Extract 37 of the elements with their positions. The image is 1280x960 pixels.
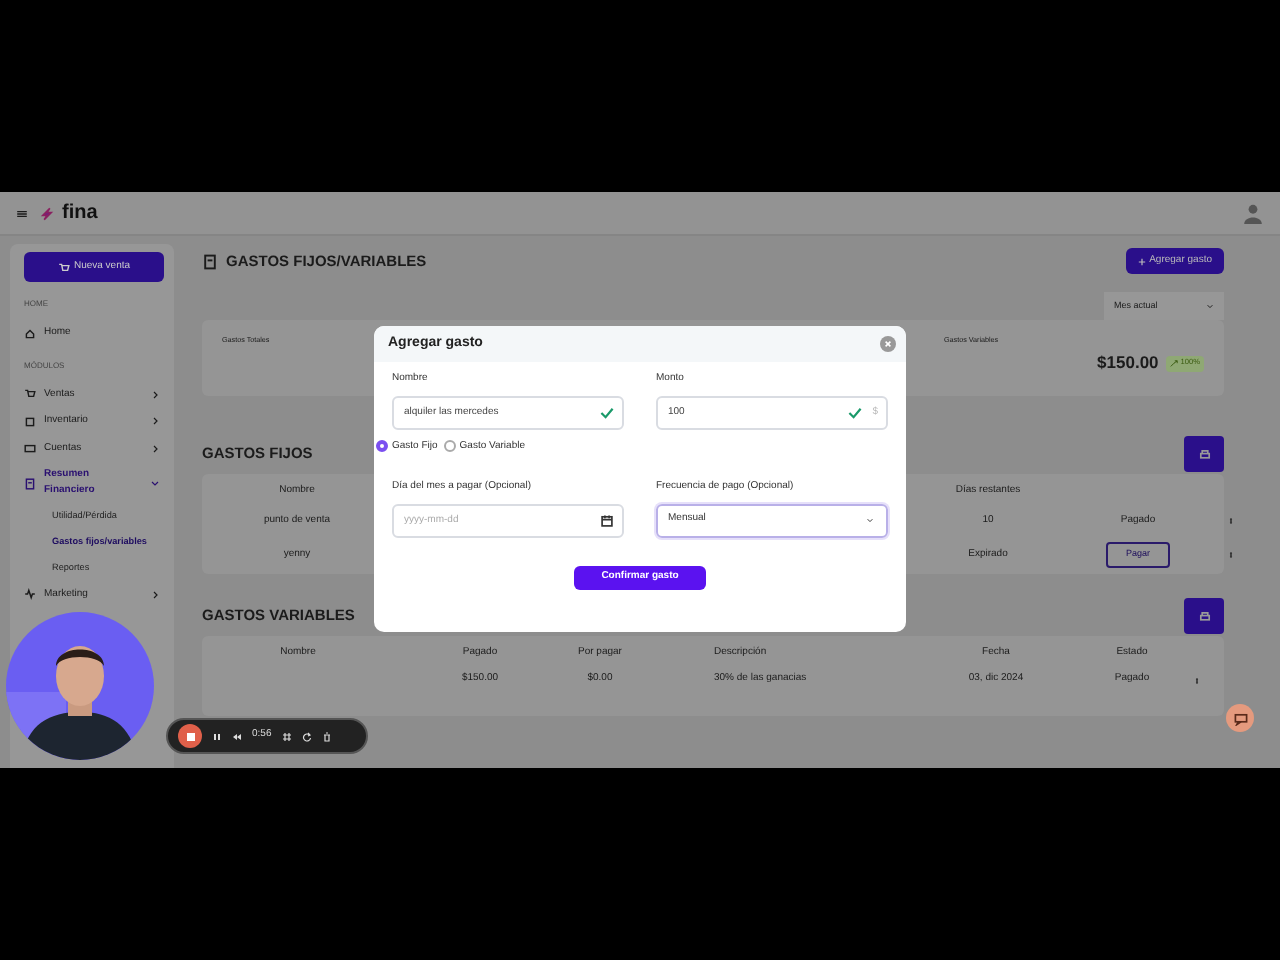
chevron-icon (1206, 302, 1214, 310)
home-icon (24, 327, 36, 340)
logo: fina (62, 200, 98, 228)
chevron-icon (150, 478, 160, 488)
close-button[interactable] (880, 336, 896, 352)
rewind-icon[interactable] (232, 731, 242, 741)
printer-icon (1197, 447, 1211, 461)
cart-icon (24, 388, 36, 401)
stop-icon (185, 731, 195, 741)
pulse-icon (24, 588, 36, 601)
card-icon (24, 442, 36, 455)
print-button[interactable] (1184, 598, 1224, 634)
plus-icon (1137, 257, 1146, 265)
restart-icon[interactable] (301, 731, 312, 741)
pause-icon[interactable] (212, 731, 222, 741)
stop-button[interactable] (178, 724, 202, 748)
chevron-icon (150, 416, 160, 427)
calendar-icon (600, 513, 614, 527)
box-icon (24, 415, 36, 428)
close-icon (884, 340, 892, 348)
bolt-icon (40, 203, 54, 223)
summary-amount: $150.00 (1097, 350, 1159, 377)
trend-up-icon (1170, 359, 1179, 368)
printer-icon (1197, 609, 1211, 623)
chevron-icon (866, 516, 874, 524)
cart-icon (57, 261, 70, 273)
document-icon (202, 253, 218, 269)
document-icon (24, 477, 36, 489)
chat-icon (1233, 711, 1247, 725)
chat-button[interactable] (1226, 704, 1254, 732)
trash-icon[interactable] (321, 731, 332, 741)
chevron-icon (150, 389, 160, 400)
chevron-icon (150, 443, 160, 454)
menu-icon[interactable] (16, 207, 28, 219)
chevron-icon (150, 589, 160, 600)
print-button[interactable] (1184, 436, 1224, 472)
grid-icon[interactable] (281, 731, 292, 741)
